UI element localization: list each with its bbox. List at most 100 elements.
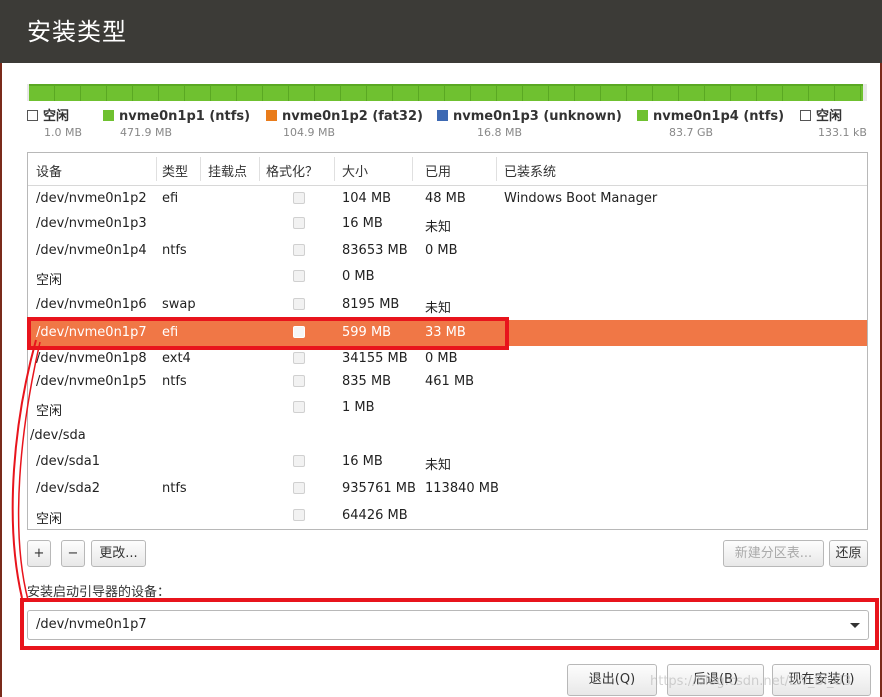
format-checkbox[interactable]: [293, 352, 305, 364]
table-row[interactable]: /dev/nvme0n1p5 ntfs 835 MB 461 MB: [28, 369, 867, 395]
column-header-used[interactable]: 已用: [425, 161, 451, 180]
cell-size: 83653 MB: [342, 243, 408, 258]
window-title: 安装类型: [27, 18, 127, 46]
cell-type: swap: [162, 297, 196, 312]
cell-device: 空闲: [36, 404, 63, 419]
cell-used: 461 MB: [425, 374, 475, 389]
color-swatch: [266, 110, 277, 121]
highlight-box-selected-partition: [27, 317, 509, 350]
legend-item: nvme0n1p2 (fat32) 104.9 MB: [266, 105, 423, 139]
cell-device: 空闲: [36, 512, 63, 527]
left-frame-edge: [0, 63, 2, 697]
cell-size: 64426 MB: [342, 508, 408, 523]
table-row[interactable]: 空闲 64426 MB: [28, 503, 867, 529]
column-divider: [259, 157, 260, 181]
legend-item: 空闲 133.1 kB: [800, 105, 867, 139]
cell-size: 0 MB: [342, 269, 375, 284]
column-header-device[interactable]: 设备: [36, 161, 62, 180]
cell-device: /dev/sda: [30, 428, 86, 443]
column-divider: [496, 157, 497, 181]
cell-device: /dev/nvme0n1p4: [36, 243, 147, 258]
format-checkbox[interactable]: [293, 298, 305, 310]
format-checkbox[interactable]: [293, 509, 305, 521]
revert-button[interactable]: 还原: [829, 540, 868, 567]
column-header-format[interactable]: 格式化？: [266, 161, 318, 180]
table-header: 设备 类型 挂载点 格式化？ 大小 已用 已装系统: [28, 153, 867, 186]
legend-item: nvme0n1p1 (ntfs) 471.9 MB: [103, 105, 250, 139]
cell-device: /dev/sda2: [36, 481, 100, 496]
cell-type: ntfs: [162, 243, 187, 258]
format-checkbox[interactable]: [293, 192, 305, 204]
cell-device: 空闲: [36, 273, 63, 288]
quit-button[interactable]: 退出(Q): [567, 664, 657, 696]
cell-size: 16 MB: [342, 454, 383, 469]
column-divider: [334, 157, 335, 181]
table-row[interactable]: /dev/nvme0n1p2 efi 104 MB 48 MB Windows Boot…: [28, 186, 867, 212]
column-header-size[interactable]: 大小: [342, 161, 368, 180]
column-header-type[interactable]: 类型: [162, 161, 188, 180]
cell-used: 0 MB: [425, 351, 458, 366]
cell-size: 1 MB: [342, 400, 375, 415]
cell-used: 未知: [425, 458, 452, 473]
table-row[interactable]: /dev/sda2 ntfs 935761 MB 113840 MB: [28, 476, 867, 502]
free-segment: [863, 84, 867, 101]
cell-size: 835 MB: [342, 374, 392, 389]
cell-system: Windows Boot Manager: [504, 191, 658, 206]
cell-device: /dev/nvme0n1p3: [36, 216, 147, 231]
remove-partition-button[interactable]: −: [61, 540, 85, 567]
format-checkbox[interactable]: [293, 401, 305, 413]
table-row[interactable]: /dev/sda: [28, 423, 867, 449]
table-row[interactable]: /dev/nvme0n1p6 swap 8195 MB 未知: [28, 292, 867, 318]
table-row[interactable]: 空闲 1 MB: [28, 395, 867, 421]
format-checkbox[interactable]: [293, 455, 305, 467]
table-row[interactable]: /dev/nvme0n1p3 16 MB 未知: [28, 211, 867, 237]
cell-size: 935761 MB: [342, 481, 416, 496]
cell-used: 0 MB: [425, 243, 458, 258]
new-partition-table-button[interactable]: 新建分区表...: [723, 540, 824, 567]
color-swatch: [637, 110, 648, 121]
cell-type: efi: [162, 191, 179, 206]
column-divider: [412, 157, 413, 181]
table-row[interactable]: /dev/nvme0n1p4 ntfs 83653 MB 0 MB: [28, 238, 867, 264]
cell-size: 8195 MB: [342, 297, 400, 312]
format-checkbox[interactable]: [293, 482, 305, 494]
cell-device: /dev/nvme0n1p6: [36, 297, 147, 312]
format-checkbox[interactable]: [293, 217, 305, 229]
column-header-mount[interactable]: 挂载点: [208, 161, 247, 180]
highlight-box-bootloader: [20, 598, 879, 650]
column-divider: [200, 157, 201, 181]
color-swatch: [103, 110, 114, 121]
cell-used: 未知: [425, 220, 452, 235]
cell-device: /dev/nvme0n1p8: [36, 351, 147, 366]
cell-type: ext4: [162, 351, 191, 366]
table-row[interactable]: /dev/sda1 16 MB 未知: [28, 449, 867, 475]
title-bar: 安装类型: [0, 0, 882, 63]
partition-legend: 空闲 1.0 MB nvme0n1p1 (ntfs) 471.9 MB nvme…: [27, 105, 872, 145]
format-checkbox[interactable]: [293, 375, 305, 387]
legend-item: nvme0n1p4 (ntfs) 83.7 GB: [637, 105, 784, 139]
table-row[interactable]: 空闲 0 MB: [28, 264, 867, 290]
cell-used: 113840 MB: [425, 481, 499, 496]
cell-used: 48 MB: [425, 191, 466, 206]
cell-type: ntfs: [162, 481, 187, 496]
format-checkbox[interactable]: [293, 244, 305, 256]
partition-bar: [27, 84, 867, 101]
cell-used: 未知: [425, 301, 452, 316]
add-partition-button[interactable]: +: [27, 540, 51, 567]
cell-type: ntfs: [162, 374, 187, 389]
partition-segment: [29, 84, 863, 101]
color-swatch: [800, 110, 811, 121]
cell-size: 16 MB: [342, 216, 383, 231]
column-divider: [156, 157, 157, 181]
cell-device: /dev/nvme0n1p2: [36, 191, 147, 206]
cell-device: /dev/sda1: [36, 454, 100, 469]
column-header-system[interactable]: 已装系统: [504, 161, 556, 180]
format-checkbox[interactable]: [293, 270, 305, 282]
color-swatch: [437, 110, 448, 121]
watermark-text: https://blog.csdn.net/LW_Bl_U3: [650, 674, 852, 689]
color-swatch: [27, 110, 38, 121]
legend-item: 空闲 1.0 MB: [27, 105, 82, 139]
cell-device: /dev/nvme0n1p5: [36, 374, 147, 389]
change-partition-button[interactable]: 更改...: [91, 540, 146, 567]
cell-size: 34155 MB: [342, 351, 408, 366]
